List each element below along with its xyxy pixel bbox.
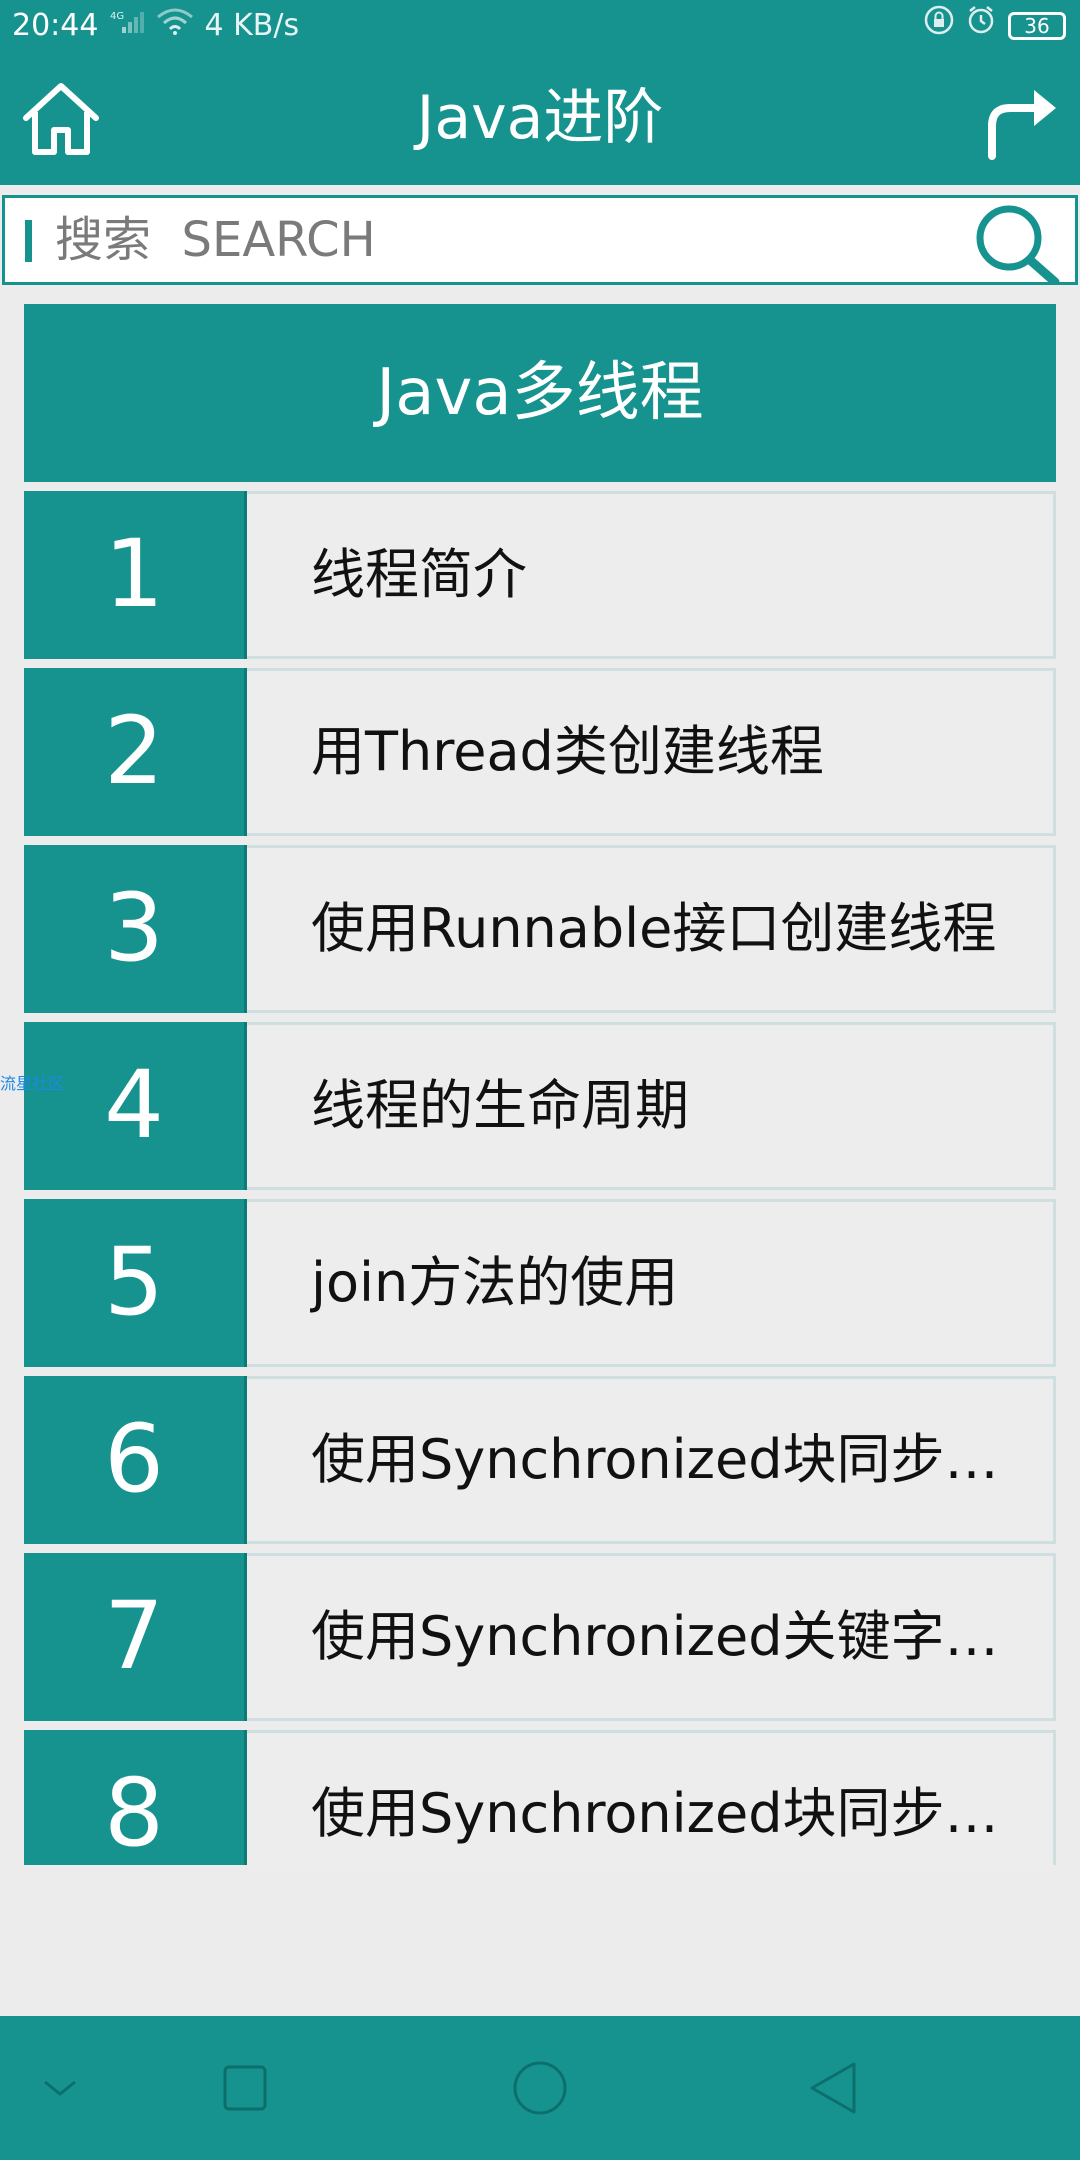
lesson-title: 线程的生命周期 (247, 1022, 1056, 1190)
lesson-title: 使用Synchronized块同步方法 (247, 1376, 1056, 1544)
lesson-title: 使用Runnable接口创建线程 (247, 845, 1056, 1013)
home-circle-icon (513, 2061, 567, 2115)
lock-icon (924, 0, 954, 52)
lesson-item-5[interactable]: 5 join方法的使用 (24, 1199, 1056, 1367)
share-button[interactable] (978, 82, 1064, 162)
search-icon (976, 205, 1060, 287)
lesson-item-7[interactable]: 7 使用Synchronized关键字同步方法 (24, 1553, 1056, 1721)
recents-button[interactable] (200, 2046, 290, 2130)
lesson-item-2[interactable]: 2 用Thread类创建线程 (24, 668, 1056, 836)
lesson-number: 5 (24, 1199, 247, 1367)
section-header: Java多线程 (24, 304, 1056, 482)
lesson-number: 6 (24, 1376, 247, 1544)
recents-icon (223, 2065, 267, 2111)
text-cursor (25, 220, 32, 262)
lesson-number: 3 (24, 845, 247, 1013)
collapse-button[interactable] (15, 2046, 105, 2130)
app-title: Java进阶 (416, 83, 664, 153)
lesson-title: join方法的使用 (247, 1199, 1056, 1367)
lesson-title: 用Thread类创建线程 (247, 668, 1056, 836)
nav-bar (0, 2016, 1080, 2160)
lesson-number: 7 (24, 1553, 247, 1721)
lesson-title: 使用Synchronized块同步变量 (247, 1730, 1056, 1865)
lesson-item-3[interactable]: 3 使用Runnable接口创建线程 (24, 845, 1056, 1013)
lesson-item-4[interactable]: 4 线程的生命周期 (24, 1022, 1056, 1190)
status-time: 20:44 (12, 8, 99, 43)
share-icon (988, 90, 1056, 160)
network-type: 4G (110, 11, 124, 22)
lesson-number: 8 (24, 1730, 247, 1865)
home-nav-button[interactable] (495, 2046, 585, 2130)
battery-icon: 36 (1008, 12, 1066, 40)
lesson-number: 2 (24, 668, 247, 836)
wifi-icon (156, 0, 194, 52)
collapse-icon (44, 2080, 76, 2096)
back-icon (810, 2062, 856, 2114)
lesson-item-1[interactable]: 1 线程简介 (24, 491, 1056, 659)
signal-icon: 4G (110, 0, 145, 52)
search-bar (2, 195, 1078, 287)
lesson-item-6[interactable]: 6 使用Synchronized块同步方法 (24, 1376, 1056, 1544)
alarm-icon (966, 0, 996, 52)
lesson-number: 4 (24, 1022, 247, 1190)
lesson-list[interactable]: 1 线程简介 2 用Thread类创建线程 3 使用Runnable接口创建线程… (24, 491, 1056, 1865)
app-bar: Java进阶 (0, 52, 1080, 185)
search-button[interactable] (971, 200, 1061, 287)
lesson-title: 线程简介 (247, 491, 1056, 659)
lesson-title: 使用Synchronized关键字同步方法 (247, 1553, 1056, 1721)
watermark: 流星社区 (0, 1074, 65, 1093)
lesson-number: 1 (24, 491, 247, 659)
lesson-item-8[interactable]: 8 使用Synchronized块同步变量 (24, 1730, 1056, 1865)
search-input[interactable] (55, 198, 955, 282)
status-bar: 20:44 4G 4 KB/s 36 (0, 0, 1080, 52)
back-button[interactable] (790, 2046, 880, 2130)
network-speed: 4 KB/s (204, 8, 300, 43)
